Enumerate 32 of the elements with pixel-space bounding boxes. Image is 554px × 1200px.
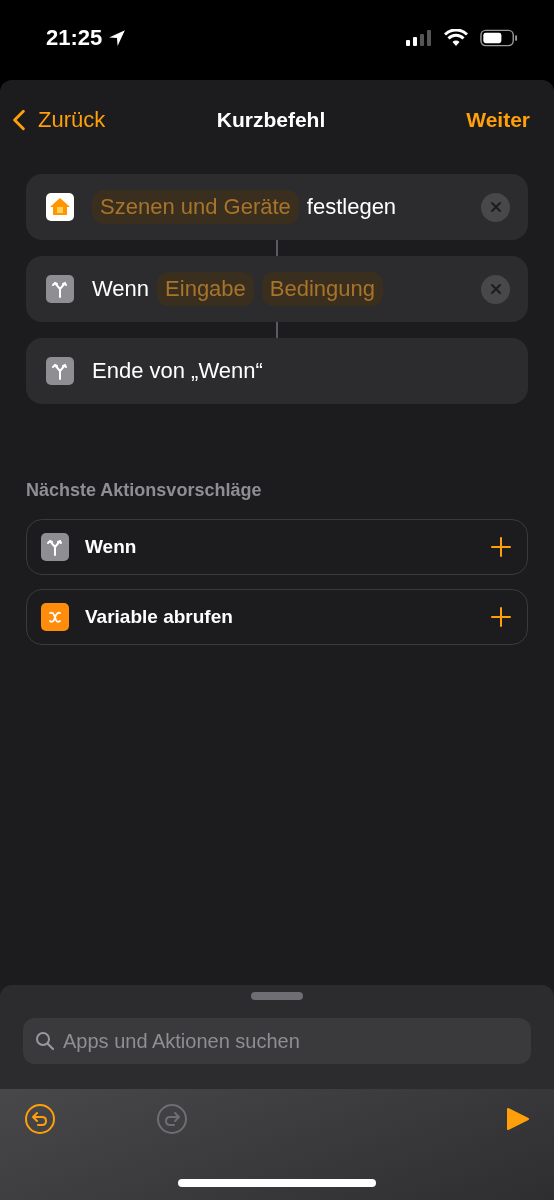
branch-icon [41,533,69,561]
action-card[interactable]: Ende von „Wenn“ [26,338,528,404]
branch-icon [46,275,74,303]
action-text: festlegen [306,194,397,220]
undo-button[interactable] [24,1103,56,1135]
wifi-icon [444,29,468,47]
close-icon [489,201,502,213]
suggestion-row[interactable]: Wenn [26,519,528,575]
play-icon[interactable] [506,1106,530,1132]
clock-time: 21:25 [46,25,103,51]
suggestion-label: Wenn [85,536,138,558]
search-icon [35,1031,55,1051]
action-text: Ende von „Wenn“ [92,358,263,384]
chevron-left-icon [12,109,26,131]
search-field[interactable]: Apps und Aktionen suchen [23,1018,531,1064]
suggestion-label: Variable abrufen [85,606,234,628]
suggestion-row[interactable]: Variable abrufen [26,589,528,645]
signal-icon [406,30,432,46]
plus-icon[interactable] [491,537,511,557]
drag-handle[interactable] [251,992,303,1000]
back-button[interactable]: Zurück [12,107,106,133]
battery-icon [480,29,518,47]
action-text: Wenn [92,276,150,302]
section-header: Nächste Aktionsvorschläge [26,480,263,501]
next-button[interactable]: Weiter [466,108,530,132]
plus-icon[interactable] [491,607,511,627]
branch-icon [46,357,74,385]
variable-icon [41,603,69,631]
screen-title: Kurzbefehl [216,108,326,132]
house-icon [46,193,74,221]
close-icon [489,283,502,295]
location-arrow-icon [108,29,127,47]
